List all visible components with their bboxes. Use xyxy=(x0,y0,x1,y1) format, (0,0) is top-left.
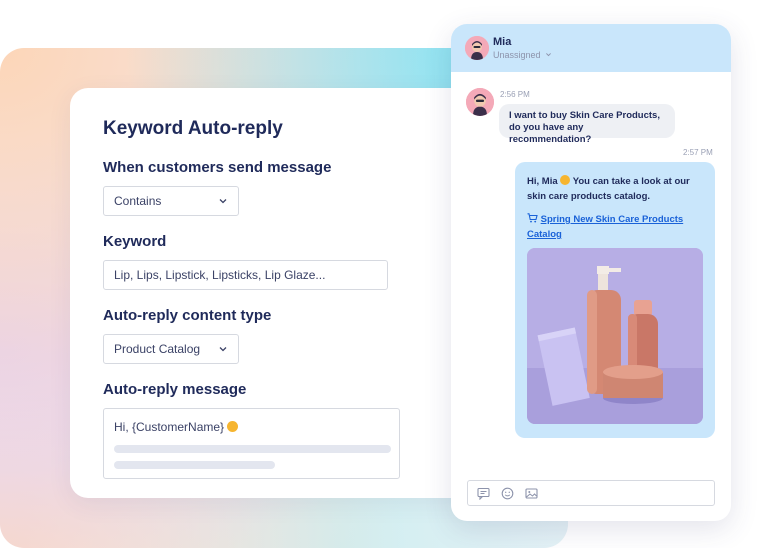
smile-emoji-icon xyxy=(560,175,571,185)
keyword-input-value: Lip, Lips, Lipstick, Lipsticks, Lip Glaz… xyxy=(114,268,326,282)
avatar xyxy=(465,36,489,60)
cart-icon xyxy=(527,213,541,225)
message-textarea[interactable]: Hi, {CustomerName} xyxy=(103,408,400,479)
chat-panel: Mia Unassigned 2:56 PM I want to buy Ski… xyxy=(451,24,731,521)
keyword-input[interactable]: Lip, Lips, Lipstick, Lipsticks, Lip Glaz… xyxy=(103,260,388,290)
trigger-select-value: Contains xyxy=(114,194,162,208)
catalog-link-row: Spring New Skin Care Products Catalog xyxy=(527,212,703,242)
keyword-label: Keyword xyxy=(103,233,167,250)
chevron-down-icon xyxy=(546,53,551,57)
chat-template-icon[interactable] xyxy=(477,487,490,500)
emoji-icon[interactable] xyxy=(501,487,514,500)
avatar xyxy=(466,88,494,116)
content-type-label: Auto-reply content type xyxy=(103,307,272,324)
message-text: Hi, {CustomerName} xyxy=(114,420,239,434)
content-type-select-value: Product Catalog xyxy=(114,342,201,356)
message-timestamp: 2:57 PM xyxy=(683,148,713,157)
smile-emoji-icon xyxy=(227,421,239,432)
card-title: Keyword Auto-reply xyxy=(103,118,283,139)
catalog-link[interactable]: Spring New Skin Care Products Catalog xyxy=(527,214,683,240)
message-composer[interactable] xyxy=(467,480,715,506)
message-timestamp: 2:56 PM xyxy=(500,90,530,99)
keyword-autoreply-card: Keyword Auto-reply When customers send m… xyxy=(70,88,488,498)
image-icon[interactable] xyxy=(525,487,538,500)
outgoing-message: Hi, Mia You can take a look at our skin … xyxy=(515,162,715,438)
product-image[interactable] xyxy=(527,248,703,424)
chevron-down-icon xyxy=(219,199,227,204)
outgoing-message-text: Hi, Mia You can take a look at our skin … xyxy=(527,175,690,202)
chevron-down-icon xyxy=(219,347,227,352)
assignment-dropdown[interactable]: Unassigned xyxy=(493,50,552,60)
trigger-select[interactable]: Contains xyxy=(103,186,239,216)
content-type-select[interactable]: Product Catalog xyxy=(103,334,239,364)
incoming-message: I want to buy Skin Care Products, do you… xyxy=(499,104,675,145)
placeholder-line xyxy=(114,445,391,453)
placeholder-line xyxy=(114,461,275,469)
message-label: Auto-reply message xyxy=(103,381,247,398)
contact-name: Mia xyxy=(493,36,512,48)
chat-header: Mia Unassigned xyxy=(451,24,731,72)
trigger-label: When customers send message xyxy=(103,159,332,176)
